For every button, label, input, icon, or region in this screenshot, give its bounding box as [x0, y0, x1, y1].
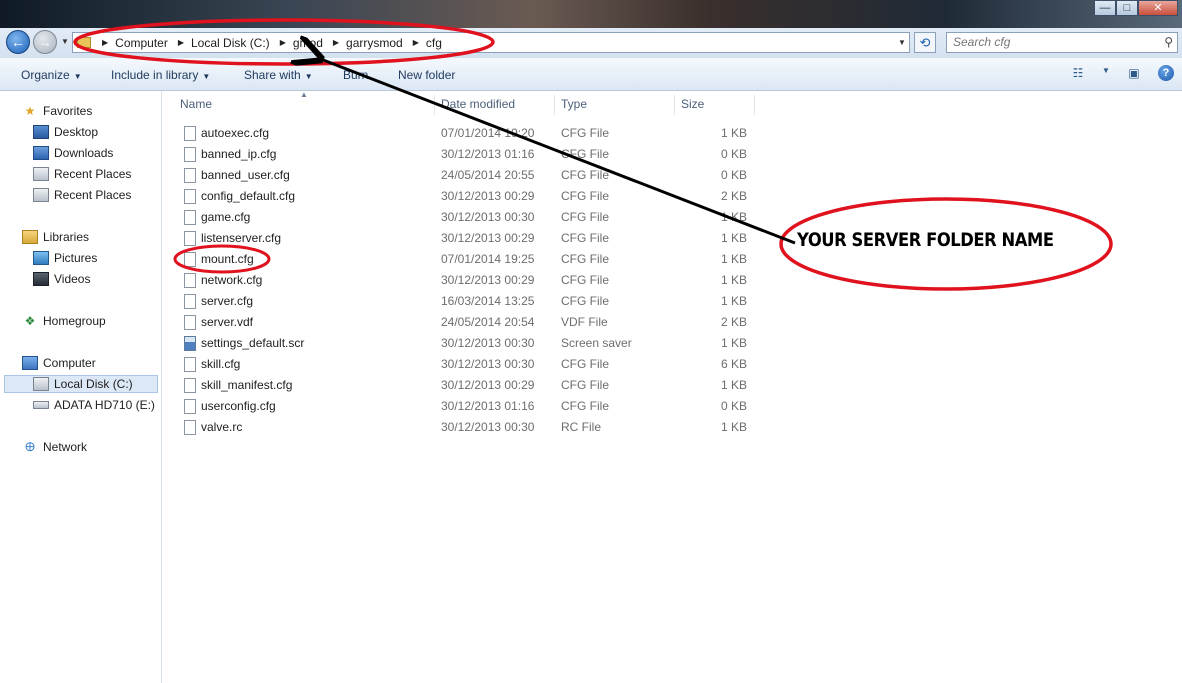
- arrow-annotation: [318, 58, 796, 245]
- mount-cfg-highlight-ellipse: [173, 244, 271, 274]
- address-highlight-ellipse: [73, 18, 495, 66]
- callout-text: YOUR SERVER FOLDER NAME: [797, 229, 1054, 251]
- annotation-overlay: [73, 18, 1113, 291]
